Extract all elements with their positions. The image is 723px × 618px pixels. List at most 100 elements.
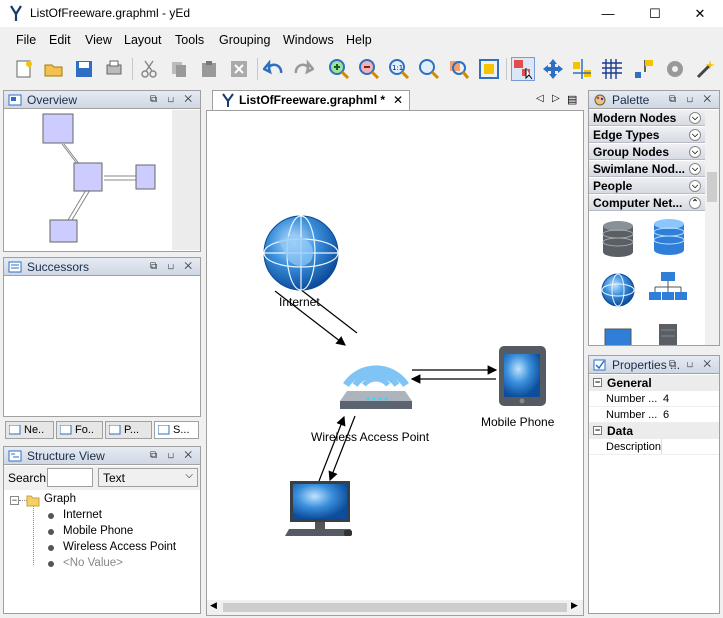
magic-wand-button[interactable] (694, 57, 718, 81)
fit-content-button[interactable] (477, 57, 501, 81)
graph-canvas[interactable]: Internet Wireless Access Point Mobile Ph… (206, 110, 584, 616)
tab-list-icon[interactable]: ▤ (567, 93, 577, 106)
panel-controls[interactable]: ⧉ ⊔ ✕ (669, 359, 715, 370)
wireless-access-point-node-icon[interactable] (340, 365, 412, 409)
edit-mode-button[interactable] (511, 57, 535, 81)
zoom-fit-button[interactable] (417, 57, 441, 81)
menu-file[interactable]: File (16, 33, 36, 47)
maximize-button[interactable]: ☐ (632, 0, 678, 27)
palette-scrollbar-thumb[interactable] (707, 172, 717, 202)
palette-items (589, 212, 705, 345)
panel-controls[interactable]: ⧉ ⊔ ✕ (150, 94, 196, 105)
description-value-field[interactable] (661, 439, 719, 454)
scroll-right-icon[interactable]: ▶ (571, 600, 578, 611)
tab-predecessors[interactable]: P... (105, 421, 152, 439)
copy-button[interactable] (167, 57, 191, 81)
tree-item-internet[interactable]: Internet (63, 509, 102, 521)
layout-button[interactable] (663, 57, 687, 81)
palette-category-modern-nodes[interactable]: Modern Nodes ⌵ (589, 110, 705, 126)
tree-item-mobile-phone[interactable]: Mobile Phone (63, 525, 133, 537)
database-blue-icon[interactable] (653, 219, 685, 255)
paste-button[interactable] (197, 57, 221, 81)
tree-item-no-value[interactable]: <No Value> (63, 557, 123, 569)
tab-listoffreeware[interactable]: ListOfFreeware.graphml * ✕ (212, 90, 410, 110)
menu-view[interactable]: View (85, 33, 112, 47)
snap-lines-button[interactable] (570, 57, 594, 81)
palette-category-label: People (593, 179, 633, 193)
menu-grouping[interactable]: Grouping (219, 33, 270, 47)
delete-button[interactable] (227, 57, 251, 81)
search-input[interactable] (47, 468, 93, 487)
server-icon[interactable] (659, 324, 677, 345)
palette-scrollbar[interactable] (705, 110, 719, 345)
section-data[interactable]: − Data (589, 423, 719, 439)
tab-label: S... (173, 424, 190, 436)
panel-controls[interactable]: ⧉ ⊔ ✕ (150, 450, 196, 461)
menu-windows[interactable]: Windows (283, 33, 334, 47)
tab-close-icon[interactable]: ✕ (393, 93, 403, 107)
tab-successors[interactable]: S... (154, 421, 199, 439)
print-button[interactable] (102, 57, 126, 81)
tab-neighborhood[interactable]: Ne.. (5, 421, 54, 439)
properties-icon (593, 359, 606, 370)
collapse-toggle-icon[interactable]: − (593, 426, 602, 435)
search-filter-select[interactable]: Text ⌵ (98, 468, 198, 487)
navigation-mode-button[interactable] (541, 57, 565, 81)
palette-category-group-nodes[interactable]: Group Nodes ⌵ (589, 144, 705, 160)
new-document-button[interactable] (12, 57, 36, 81)
palette-category-label: Modern Nodes (593, 111, 677, 125)
tab-scroll-right-icon[interactable]: ▷ (552, 93, 560, 104)
tab-folding[interactable]: Fo.. (56, 421, 103, 439)
tree-item-wireless-access-point[interactable]: Wireless Access Point (63, 541, 176, 553)
zoom-out-button[interactable] (357, 57, 381, 81)
zoom-in-button[interactable] (327, 57, 351, 81)
yed-logo-icon (222, 93, 234, 107)
zoom-out-icon (359, 59, 380, 80)
search-label: Search (8, 471, 47, 485)
laptop-icon[interactable] (604, 328, 632, 345)
redo-button[interactable] (291, 57, 315, 81)
property-value[interactable]: 4 (663, 391, 669, 407)
palette-category-swimlane-nodes[interactable]: Swimlane Nod... ⌵ (589, 161, 705, 177)
internet-node-icon[interactable] (263, 215, 339, 291)
tab-scroll-left-icon[interactable]: ◁ (536, 93, 544, 104)
network-icon[interactable] (649, 272, 687, 300)
section-general[interactable]: − General (589, 375, 719, 391)
collapse-toggle-icon[interactable]: − (593, 378, 602, 387)
cut-button[interactable] (137, 57, 161, 81)
structure-tree[interactable]: − Graph Internet Mobile Phone Wireless A… (4, 491, 200, 613)
save-button[interactable] (72, 57, 96, 81)
menu-layout[interactable]: Layout (124, 33, 162, 47)
minimize-button[interactable]: — (585, 0, 631, 27)
menu-help[interactable]: Help (346, 33, 372, 47)
grid-button[interactable] (600, 57, 624, 81)
palette-category-computer-network[interactable]: Computer Net... ⌃ (589, 195, 705, 211)
panel-controls[interactable]: ⧉ ⊔ ✕ (150, 261, 196, 272)
mobile-phone-node-icon[interactable] (499, 346, 546, 406)
menu-edit[interactable]: Edit (49, 33, 71, 47)
undo-button[interactable] (262, 57, 286, 81)
scroll-left-icon[interactable]: ◀ (210, 600, 217, 611)
horizontal-scrollbar[interactable]: ◀ ▶ (207, 600, 583, 615)
tree-root-graph[interactable]: Graph (44, 493, 76, 505)
panel-controls[interactable]: ⧉ ⊔ ✕ (669, 94, 715, 105)
edge-computer-to-wap[interactable] (318, 415, 346, 482)
palette-category-people[interactable]: People ⌵ (589, 178, 705, 194)
zoom-original-button[interactable]: 1:1 (387, 57, 411, 81)
close-button[interactable]: ✕ (677, 0, 723, 27)
overview-canvas[interactable] (4, 110, 172, 250)
chevron-down-icon: ⌵ (689, 112, 701, 124)
ports-button[interactable] (632, 57, 656, 81)
globe-icon[interactable] (601, 273, 635, 307)
open-button[interactable] (42, 57, 66, 81)
collapse-toggle-icon[interactable]: − (10, 496, 19, 505)
side-tabs: Ne.. Fo.. P... S... (3, 421, 201, 440)
computer-node-icon[interactable] (285, 481, 352, 536)
menu-tools[interactable]: Tools (175, 33, 204, 47)
database-gray-icon[interactable] (602, 221, 634, 257)
property-value[interactable]: 6 (663, 407, 669, 423)
edge-wap-to-computer[interactable] (328, 415, 356, 482)
zoom-selection-button[interactable] (447, 57, 471, 81)
palette-category-edge-types[interactable]: Edge Types ⌵ (589, 127, 705, 143)
scrollbar-thumb[interactable] (223, 603, 567, 612)
